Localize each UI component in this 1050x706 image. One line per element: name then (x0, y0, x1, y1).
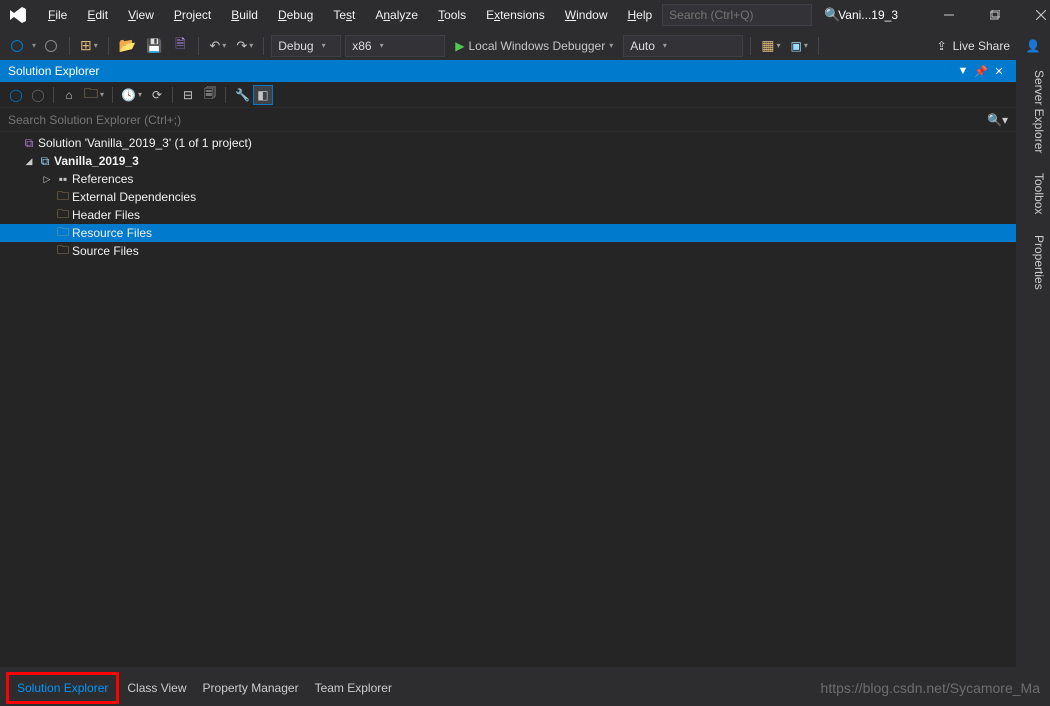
minimize-button[interactable] (926, 0, 972, 30)
menu-project[interactable]: Project (164, 4, 221, 26)
server-explorer-tab[interactable]: Server Explorer (1025, 60, 1050, 163)
switch-views-button[interactable]: 🗀 (81, 85, 107, 105)
external-deps-node[interactable]: 🗀 External Dependencies (0, 188, 1016, 206)
show-all-files-button[interactable]: 🗐 (200, 85, 220, 105)
solution-config-combo[interactable]: Debug (271, 35, 341, 57)
forward-button[interactable]: ◯ (28, 85, 48, 105)
nav-back-button[interactable] (6, 35, 28, 57)
undo-button[interactable]: ↶ (206, 35, 229, 57)
close-button[interactable] (1018, 0, 1050, 30)
feedback-button[interactable]: 👤 (1022, 35, 1044, 57)
solution-label: Solution 'Vanilla_2019_3' (1 of 1 projec… (38, 136, 252, 150)
folder-icon: 🗀 (54, 241, 72, 262)
references-label: References (72, 172, 133, 186)
vs-logo-icon (8, 3, 28, 27)
references-node[interactable]: ▪▪ References (0, 170, 1016, 188)
resource-files-label: Resource Files (72, 226, 152, 240)
preview-selected-button[interactable]: ◧ (253, 85, 273, 105)
share-icon: ⇪ (937, 39, 947, 53)
auto-combo[interactable]: Auto (623, 35, 743, 57)
source-files-node[interactable]: 🗀 Source Files (0, 242, 1016, 260)
maximize-button[interactable] (972, 0, 1018, 30)
panel-title: Solution Explorer (8, 64, 99, 78)
menu-window[interactable]: Window (555, 4, 618, 26)
save-button[interactable]: 💾 (143, 35, 165, 57)
back-button[interactable]: ◯ (6, 85, 26, 105)
document-title: Vani...19_3 (824, 0, 926, 30)
watermark-text: https://blog.csdn.net/Sycamore_Ma (821, 680, 1040, 696)
solution-platform-combo[interactable]: x86 (345, 35, 445, 57)
menu-tools[interactable]: Tools (428, 4, 476, 26)
menu-debug[interactable]: Debug (268, 4, 323, 26)
solution-explorer-toolbar: ◯ ◯ ⌂ 🗀 🕓 ⟳ ⊟ 🗐 🔧 ◧ (0, 82, 1016, 108)
menu-analyze[interactable]: Analyze (365, 4, 428, 26)
external-deps-label: External Dependencies (72, 190, 196, 204)
source-files-label: Source Files (72, 244, 139, 258)
standard-toolbar: ▾ ⊞ 📂 💾 🗎 ↶ ↷ Debug x86 ▶Local Windows D… (0, 30, 1050, 60)
tab-team-explorer[interactable]: Team Explorer (307, 677, 400, 699)
toolbox-tab[interactable]: Toolbox (1025, 163, 1050, 224)
project-node[interactable]: ⧉ Vanilla_2019_3 (0, 152, 1016, 170)
live-share-label: Live Share (953, 39, 1010, 53)
solution-explorer-header: Solution Explorer ▼ 📌 ✕ (0, 60, 1016, 82)
panel-close-button[interactable]: ✕ (990, 65, 1008, 78)
live-share-button[interactable]: ⇪ Live Share (937, 39, 1010, 53)
tab-property-manager[interactable]: Property Manager (195, 677, 307, 699)
project-label: Vanilla_2019_3 (54, 154, 139, 168)
menu-test[interactable]: Test (323, 4, 365, 26)
panel-dropdown-button[interactable]: ▼ (954, 65, 972, 77)
sync-button[interactable]: ⟳ (147, 85, 167, 105)
collapse-all-button[interactable]: ⊟ (178, 85, 198, 105)
toolbar-extra1-button[interactable]: ▦ (758, 35, 783, 57)
solution-tree[interactable]: ⧉ Solution 'Vanilla_2019_3' (1 of 1 proj… (0, 132, 1016, 667)
menu-extensions[interactable]: Extensions (476, 4, 555, 26)
home-button[interactable]: ⌂ (59, 85, 79, 105)
menu-build[interactable]: Build (221, 4, 268, 26)
properties-tab[interactable]: Properties (1025, 225, 1050, 300)
resource-files-node[interactable]: 🗀 Resource Files (0, 224, 1016, 242)
header-files-label: Header Files (72, 208, 140, 222)
open-file-button[interactable]: 📂 (116, 35, 139, 57)
right-side-panels: Server Explorer Toolbox Properties (1025, 60, 1050, 670)
project-icon: ⧉ (36, 154, 54, 169)
toolbar-extra2-button[interactable]: ▣ (787, 35, 810, 57)
nav-forward-button[interactable] (40, 35, 62, 57)
header-files-node[interactable]: 🗀 Header Files (0, 206, 1016, 224)
menu-help[interactable]: Help (617, 4, 662, 26)
tab-class-view[interactable]: Class View (119, 677, 194, 699)
title-bar: File Edit View Project Build Debug Test … (0, 0, 1050, 30)
start-debugging-button[interactable]: ▶Local Windows Debugger▾ (449, 35, 619, 57)
pending-changes-filter-button[interactable]: 🕓 (118, 85, 145, 105)
properties-button[interactable]: 🔧 (232, 85, 253, 105)
quick-launch-input[interactable] (669, 8, 824, 22)
panel-pin-button[interactable]: 📌 (972, 65, 990, 78)
new-project-button[interactable]: ⊞ (77, 35, 101, 57)
main-menu: File Edit View Project Build Debug Test … (38, 4, 662, 26)
solution-icon: ⧉ (20, 136, 38, 151)
debugger-label: Local Windows Debugger (468, 39, 605, 53)
search-icon: 🔍▾ (987, 113, 1008, 127)
redo-button[interactable]: ↷ (233, 35, 256, 57)
quick-launch-search[interactable]: 🔍 (662, 4, 812, 26)
menu-edit[interactable]: Edit (77, 4, 118, 26)
solution-search-input[interactable] (8, 113, 987, 127)
menu-view[interactable]: View (118, 4, 164, 26)
menu-file[interactable]: File (38, 4, 77, 26)
highlight-box: Solution Explorer (6, 672, 119, 704)
solution-explorer-search[interactable]: 🔍▾ (0, 108, 1016, 132)
solution-node[interactable]: ⧉ Solution 'Vanilla_2019_3' (1 of 1 proj… (0, 134, 1016, 152)
save-all-button[interactable]: 🗎 (169, 35, 191, 57)
references-icon: ▪▪ (54, 172, 72, 186)
tab-solution-explorer[interactable]: Solution Explorer (9, 677, 116, 699)
expander-icon[interactable] (40, 174, 54, 185)
expander-icon[interactable] (22, 156, 36, 167)
